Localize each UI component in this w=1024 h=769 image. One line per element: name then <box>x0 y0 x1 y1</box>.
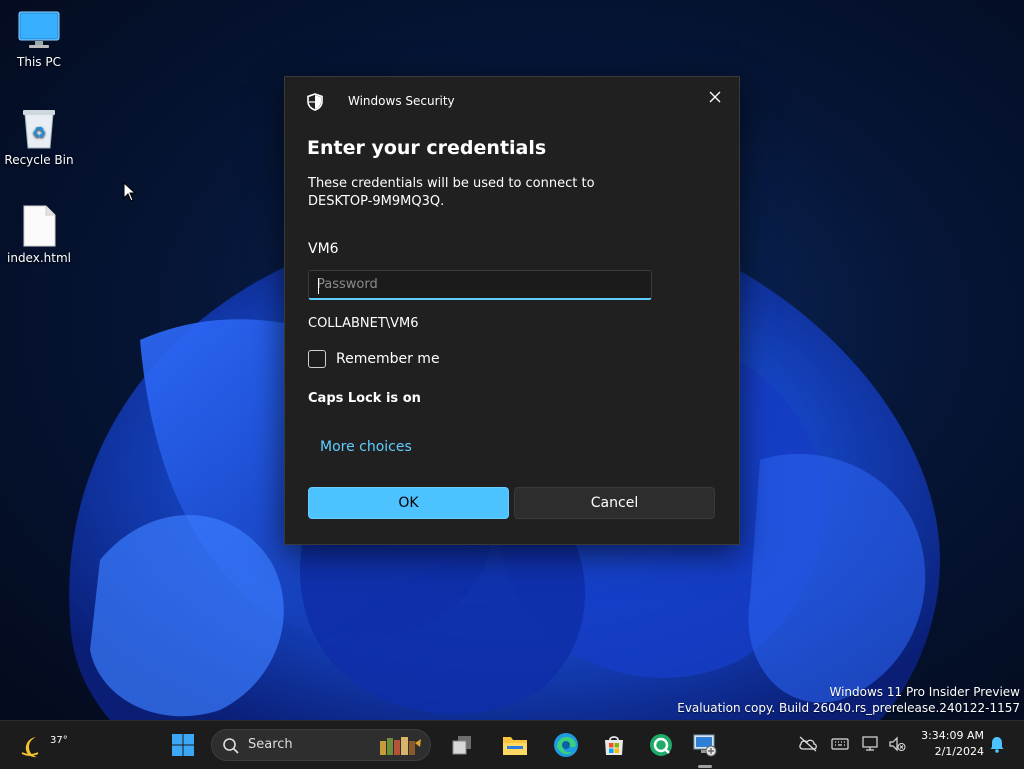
network-tray-button[interactable] <box>797 733 819 755</box>
remote-desktop-button[interactable] <box>687 727 723 763</box>
domain-user: COLLABNET\VM6 <box>308 316 419 331</box>
checkbox-box[interactable] <box>308 350 326 368</box>
dialog-app-name: Windows Security <box>348 94 455 108</box>
search-icon <box>223 738 239 754</box>
app-icon <box>650 734 672 756</box>
desktop-icon-this-pc[interactable]: This PC <box>1 8 77 69</box>
dialog-heading: Enter your credentials <box>307 137 547 159</box>
watermark-line1: Windows 11 Pro Insider Preview <box>829 685 1020 699</box>
dialog-description: These credentials will be used to connec… <box>308 175 688 211</box>
desktop-icon-label: index.html <box>7 251 71 265</box>
task-view-button[interactable] <box>444 727 480 763</box>
description-line2: DESKTOP-9M9MQ3Q. <box>308 194 445 209</box>
search-highlight-icon <box>380 737 421 755</box>
start-button[interactable] <box>165 727 201 763</box>
monitor-icon <box>1 8 77 52</box>
search-label: Search <box>248 737 293 752</box>
volume-muted-icon <box>889 736 906 752</box>
svg-text:♻: ♻ <box>32 123 46 142</box>
desktop-icon-index-html[interactable]: index.html <box>1 204 77 265</box>
windows-logo-icon <box>172 734 194 756</box>
description-line1: These credentials will be used to connec… <box>308 176 595 191</box>
folder-icon <box>503 737 527 755</box>
more-choices-link[interactable]: More choices <box>320 439 412 455</box>
taskbar-clock[interactable]: 3:34:09 AM 2/1/2024 <box>912 728 984 760</box>
notifications-button[interactable] <box>986 733 1008 755</box>
mouse-cursor-icon <box>123 182 137 202</box>
remote-desktop-icon <box>693 734 717 757</box>
recycle-bin-icon: ♻ <box>1 106 77 150</box>
close-button[interactable] <box>701 83 729 111</box>
clock-time: 3:34:09 AM <box>921 729 984 742</box>
remember-me-checkbox[interactable]: Remember me <box>308 350 440 368</box>
store-icon <box>605 736 623 755</box>
keyboard-tray-button[interactable] <box>829 733 851 755</box>
file-explorer-button[interactable] <box>497 727 533 763</box>
taskbar-search[interactable]: Search <box>211 729 431 761</box>
bell-icon <box>990 737 1004 753</box>
store-button[interactable] <box>596 727 632 763</box>
keyboard-icon <box>831 738 849 750</box>
watermark-line2: Evaluation copy. Build 26040.rs_prerelea… <box>677 701 1020 715</box>
desktop-icon-label: Recycle Bin <box>4 153 74 167</box>
green-app-button[interactable] <box>643 727 679 763</box>
edge-button[interactable] <box>548 727 584 763</box>
account-name: VM6 <box>308 241 339 257</box>
evaluation-watermark: Windows 11 Pro Insider Preview Evaluatio… <box>677 684 1020 716</box>
weather-temperature: 37° <box>50 735 68 746</box>
desktop-icon-label: This PC <box>17 55 61 69</box>
edge-icon <box>554 733 578 757</box>
task-view-icon <box>452 736 471 755</box>
caps-lock-warning: Caps Lock is on <box>308 391 421 406</box>
monitor-network-icon <box>862 736 878 751</box>
cloud-offline-icon <box>799 736 817 752</box>
display-tray-button[interactable] <box>860 733 882 755</box>
close-icon <box>709 91 721 103</box>
file-icon <box>1 204 77 248</box>
volume-tray-button[interactable] <box>886 733 908 755</box>
shield-icon <box>307 93 323 111</box>
weather-widget[interactable]: 37° <box>18 727 68 763</box>
cancel-button[interactable]: Cancel <box>514 487 715 519</box>
clock-date: 2/1/2024 <box>934 745 984 758</box>
dialog-titlebar: Windows Security <box>285 77 739 125</box>
desktop-icon-recycle-bin[interactable]: ♻ Recycle Bin <box>1 106 77 167</box>
password-input[interactable] <box>308 270 652 300</box>
text-caret <box>318 278 319 294</box>
remember-me-label: Remember me <box>336 351 440 367</box>
ok-button[interactable]: OK <box>308 487 509 519</box>
moon-icon <box>21 737 39 758</box>
credentials-dialog: Windows Security Enter your credentials … <box>284 76 740 545</box>
taskbar: 37° Search 3:34:09 AM 2/1/2024 <box>0 720 1024 769</box>
